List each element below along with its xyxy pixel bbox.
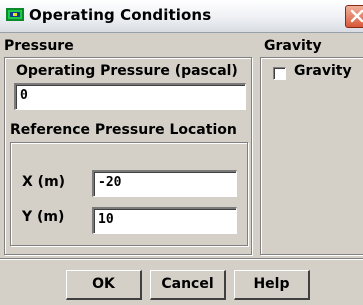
gravity-group-label: Gravity xyxy=(264,38,322,54)
operating-pressure-label: Operating Pressure (pascal) xyxy=(16,63,238,79)
operating-pressure-field[interactable]: 0 xyxy=(14,83,246,110)
window-title: Operating Conditions xyxy=(29,6,212,24)
y-coordinate-field[interactable]: 10 xyxy=(92,207,237,234)
gravity-checkbox-label[interactable]: Gravity xyxy=(294,63,352,79)
gravity-group xyxy=(260,57,363,255)
x-coordinate-field[interactable]: -20 xyxy=(92,170,237,197)
gravity-checkbox[interactable] xyxy=(273,67,286,80)
x-coordinate-label: X (m) xyxy=(22,174,66,190)
app-icon xyxy=(6,8,24,21)
cancel-button[interactable]: Cancel xyxy=(150,270,226,300)
ok-button[interactable]: OK xyxy=(66,270,142,300)
pressure-group-label: Pressure xyxy=(4,38,74,54)
close-button[interactable] xyxy=(345,5,363,28)
button-separator xyxy=(0,258,363,260)
title-bar: Operating Conditions xyxy=(0,0,363,33)
reference-location-label: Reference Pressure Location xyxy=(10,122,237,138)
help-button[interactable]: Help xyxy=(234,270,310,300)
close-icon xyxy=(350,9,363,23)
y-coordinate-label: Y (m) xyxy=(22,209,65,225)
